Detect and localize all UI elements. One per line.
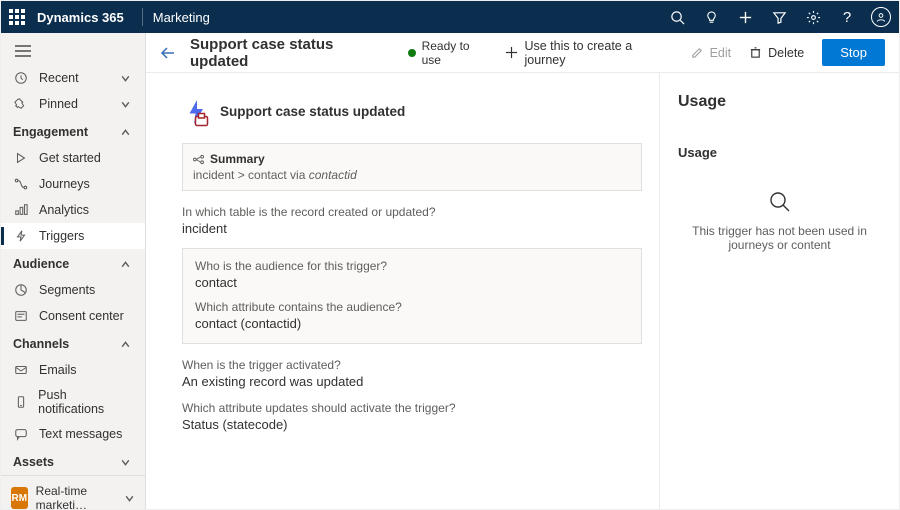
command-bar: Support case status updated Ready to use… bbox=[146, 33, 899, 73]
analytics-icon bbox=[13, 202, 29, 218]
global-topbar: Dynamics 365 Marketing ? bbox=[1, 1, 899, 33]
area-label: Real-time marketi… bbox=[36, 484, 116, 510]
field-label: Who is the audience for this trigger? bbox=[195, 259, 629, 273]
nav-segments[interactable]: Segments bbox=[1, 277, 145, 303]
search-icon[interactable] bbox=[667, 7, 687, 27]
audience-box: Who is the audience for this trigger? co… bbox=[182, 248, 642, 344]
add-icon[interactable] bbox=[735, 7, 755, 27]
plus-icon bbox=[505, 46, 518, 59]
page-title: Support case status updated bbox=[190, 36, 394, 70]
nav-get-started[interactable]: Get started bbox=[1, 145, 145, 171]
collapse-nav-icon[interactable] bbox=[1, 37, 145, 65]
chevron-up-icon bbox=[120, 259, 131, 270]
usage-subheading: Usage bbox=[678, 145, 881, 160]
stop-button[interactable]: Stop bbox=[822, 39, 885, 66]
summary-path: incident > contact via contactid bbox=[193, 168, 631, 182]
nav-group-assets[interactable]: Assets bbox=[1, 447, 145, 475]
field-value: contact bbox=[195, 275, 629, 290]
chevron-down-icon bbox=[124, 493, 135, 504]
chevron-down-icon bbox=[120, 73, 131, 84]
lightbulb-icon[interactable] bbox=[701, 7, 721, 27]
nav-group-engagement[interactable]: Engagement bbox=[1, 117, 145, 145]
nav-label: Recent bbox=[39, 71, 79, 85]
nav-label: Journeys bbox=[39, 177, 90, 191]
consent-icon bbox=[13, 308, 29, 324]
nav-group-audience[interactable]: Audience bbox=[1, 249, 145, 277]
edit-icon bbox=[691, 46, 704, 59]
usage-empty-state: This trigger has not been used in journe… bbox=[678, 190, 881, 252]
field-value: An existing record was updated bbox=[182, 374, 642, 389]
back-button[interactable] bbox=[160, 45, 176, 61]
filter-icon[interactable] bbox=[769, 7, 789, 27]
field-value: incident bbox=[182, 221, 642, 236]
nav-label: Push notifications bbox=[38, 388, 131, 416]
nav-label: Consent center bbox=[39, 309, 124, 323]
nav-text[interactable]: Text messages bbox=[1, 421, 145, 447]
area-badge: RM bbox=[11, 487, 28, 509]
nav-label: Triggers bbox=[39, 229, 84, 243]
chevron-down-icon bbox=[120, 99, 131, 110]
journey-icon bbox=[13, 176, 29, 192]
email-icon bbox=[13, 362, 29, 378]
nav-journeys[interactable]: Journeys bbox=[1, 171, 145, 197]
sidebar: Recent Pinned Engagement Get started Jou… bbox=[1, 33, 146, 509]
push-icon bbox=[13, 394, 28, 410]
use-journey-button[interactable]: Use this to create a journey bbox=[505, 39, 672, 67]
nav-triggers[interactable]: Triggers bbox=[1, 223, 145, 249]
pin-icon bbox=[13, 96, 29, 112]
usage-panel: Usage Usage This trigger has not been us… bbox=[659, 73, 899, 509]
app-launcher-icon[interactable] bbox=[9, 9, 25, 25]
field-value: Status (statecode) bbox=[182, 417, 642, 432]
chevron-up-icon bbox=[120, 127, 131, 138]
segments-icon bbox=[13, 282, 29, 298]
divider bbox=[142, 8, 143, 26]
trigger-bolt-icon bbox=[182, 97, 210, 125]
edit-button: Edit bbox=[691, 46, 732, 60]
profile-icon[interactable] bbox=[871, 7, 891, 27]
status-badge: Ready to use bbox=[408, 39, 492, 67]
summary-box: Summary incident > contact via contactid bbox=[182, 143, 642, 191]
nav-label: Get started bbox=[39, 151, 101, 165]
chevron-down-icon bbox=[120, 457, 131, 468]
field-label: Which attribute updates should activate … bbox=[182, 401, 642, 415]
nav-label: Segments bbox=[39, 283, 95, 297]
settings-icon[interactable] bbox=[803, 7, 823, 27]
module-name: Marketing bbox=[153, 10, 210, 25]
trigger-icon bbox=[13, 228, 29, 244]
nav-emails[interactable]: Emails bbox=[1, 357, 145, 383]
nav-label: Pinned bbox=[39, 97, 78, 111]
field-label: Which attribute contains the audience? bbox=[195, 300, 629, 314]
field-label: In which table is the record created or … bbox=[182, 205, 642, 219]
message-icon bbox=[13, 426, 29, 442]
nav-recent[interactable]: Recent bbox=[1, 65, 145, 91]
trigger-details-card: Support case status updated Summary inci… bbox=[182, 97, 642, 432]
field-label: When is the trigger activated? bbox=[182, 358, 642, 372]
flow-icon bbox=[193, 154, 204, 165]
area-switcher[interactable]: RM Real-time marketi… bbox=[1, 475, 145, 510]
card-title: Support case status updated bbox=[220, 104, 405, 119]
nav-analytics[interactable]: Analytics bbox=[1, 197, 145, 223]
nav-push[interactable]: Push notifications bbox=[1, 383, 145, 421]
delete-button[interactable]: Delete bbox=[749, 46, 804, 60]
search-icon bbox=[768, 190, 792, 214]
play-icon bbox=[13, 150, 29, 166]
nav-group-channels[interactable]: Channels bbox=[1, 329, 145, 357]
nav-pinned[interactable]: Pinned bbox=[1, 91, 145, 117]
delete-icon bbox=[749, 46, 762, 59]
content-main: Support case status updated Summary inci… bbox=[146, 73, 659, 509]
nav-label: Text messages bbox=[39, 427, 122, 441]
brand-name: Dynamics 365 bbox=[37, 10, 124, 25]
usage-title: Usage bbox=[678, 93, 881, 111]
help-icon[interactable]: ? bbox=[837, 7, 857, 27]
status-dot-icon bbox=[408, 49, 416, 57]
nav-label: Emails bbox=[39, 363, 77, 377]
clock-icon bbox=[13, 70, 29, 86]
field-value: contact (contactid) bbox=[195, 316, 629, 331]
chevron-up-icon bbox=[120, 339, 131, 350]
nav-consent[interactable]: Consent center bbox=[1, 303, 145, 329]
nav-label: Analytics bbox=[39, 203, 89, 217]
